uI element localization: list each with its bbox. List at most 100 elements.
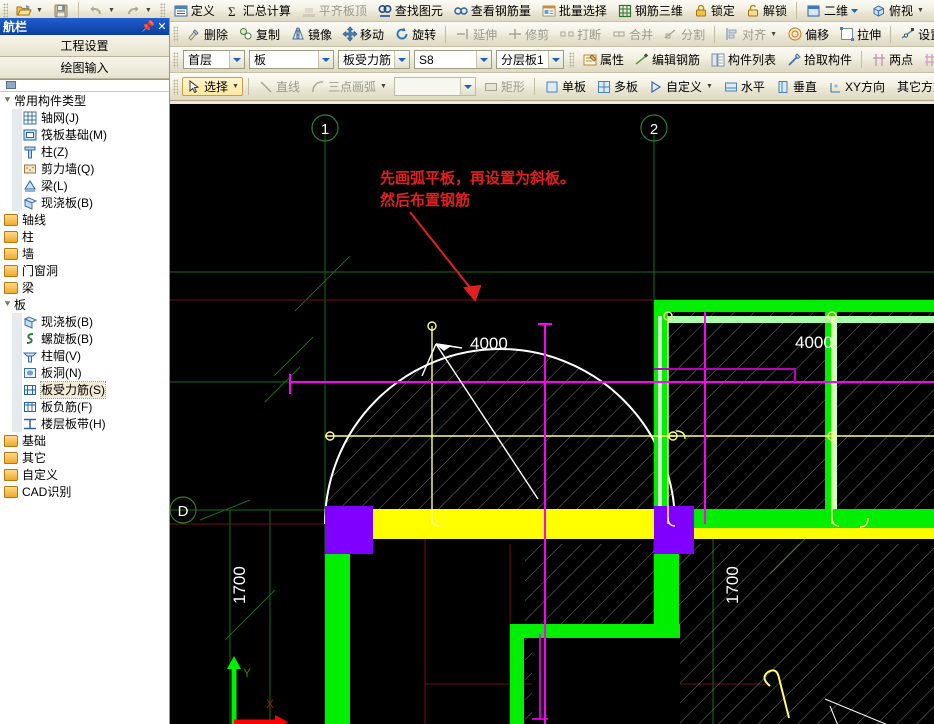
three-point-arc-button[interactable]: 三点画弧 ▼ (306, 77, 391, 96)
tree-item-8[interactable]: 柱 (0, 228, 169, 245)
chevron-down-icon[interactable] (548, 51, 563, 68)
toolbar-grip[interactable] (159, 2, 165, 19)
draw-mode-select[interactable] (393, 77, 476, 96)
toolbar-button-stretch[interactable]: 拉伸 (835, 25, 885, 44)
xy-direction-button[interactable]: XY方向 (823, 77, 889, 96)
single-slab-button[interactable]: 单板 (540, 77, 590, 96)
expander-icon[interactable]: ⯆ (2, 95, 13, 106)
component-type-select[interactable]: 板 (249, 50, 334, 69)
rebar-type-select[interactable]: 板受力筋 (338, 50, 410, 69)
pin-icon[interactable]: 📌 (141, 20, 155, 33)
line-tool-button[interactable]: 直线 (254, 77, 304, 96)
toolbar-grip[interactable] (173, 51, 178, 68)
tree-item-20[interactable]: 基础 (0, 432, 169, 449)
project-settings-button[interactable]: 工程设置 (0, 35, 169, 57)
properties-button[interactable]: 属性 (578, 50, 628, 69)
toolbar-button-lock[interactable]: 锁定 (689, 1, 739, 20)
toolbar-button-find-element[interactable]: 查找图元 (373, 1, 447, 20)
toolbar-button-split[interactable]: 分割 (659, 25, 709, 44)
two-point-button[interactable]: 两点 (867, 50, 917, 69)
expander-icon[interactable]: ⯆ (2, 299, 13, 310)
floor-select[interactable]: 首层 (183, 50, 245, 69)
tree-item-2[interactable]: 筏板基础(M) (0, 126, 169, 143)
chevron-down-icon[interactable] (318, 51, 333, 68)
tree-item-15[interactable]: 柱帽(V) (0, 347, 169, 364)
toolbar-button-top-view[interactable]: 俯视 ▼ (867, 1, 928, 20)
chevron-down-icon[interactable] (848, 3, 861, 19)
toolbar-button-view-rebar-qty[interactable]: 查看钢筋量 (449, 1, 535, 20)
vertical-button[interactable]: 垂直 (771, 77, 821, 96)
tree-item-1[interactable]: 轴网(J) (0, 109, 169, 126)
toolbar-button-unlock[interactable]: 解锁 (741, 1, 791, 20)
tree-item-9[interactable]: 墙 (0, 245, 169, 262)
toolbar-grip[interactable] (3, 2, 8, 19)
tree-item-14[interactable]: 螺旋板(B) (0, 330, 169, 347)
toolbar-button-rebar-3d[interactable]: 钢筋三维 (613, 1, 687, 20)
chevron-down-icon[interactable]: ▼ (232, 83, 239, 90)
tree-item-19[interactable]: 楼层板带(H) (0, 415, 169, 432)
toolbar-button-mirror[interactable]: 镜像 (286, 25, 336, 44)
component-tree[interactable]: ⯆ 常用构件类型 轴网(J) 筏板基础(M) 柱(Z) 剪力墙(Q) 梁(L) 现浇板(B) 轴… (0, 79, 169, 724)
toolbar-button-settings[interactable]: 设置 (896, 25, 934, 44)
tree-item-0[interactable]: ⯆ 常用构件类型 (0, 92, 169, 109)
tree-item-7[interactable]: 轴线 (0, 211, 169, 228)
toolbar-button-break[interactable]: 打断 (555, 25, 605, 44)
pick-component-button[interactable]: 拾取构件 (782, 50, 856, 69)
chevron-down-icon[interactable] (229, 51, 244, 68)
rebar-spec-select[interactable]: S8 (414, 50, 492, 69)
tree-item-16[interactable]: 板洞(N) (0, 364, 169, 381)
tree-item-18[interactable]: 板负筋(F) (0, 398, 169, 415)
tree-item-11[interactable]: 梁 (0, 279, 169, 296)
toolbar-grip[interactable] (569, 51, 574, 68)
toolbar-button-offset[interactable]: 偏移 (783, 25, 833, 44)
toolbar-button-merge[interactable]: 合并 (607, 25, 657, 44)
chevron-down-icon[interactable] (476, 51, 491, 68)
tree-item-17[interactable]: 板受力筋(S) (0, 380, 169, 399)
toolbar-button-copy[interactable]: 复制 (234, 25, 284, 44)
toolbar-button-align[interactable]: 对齐 ▼ (720, 25, 781, 44)
layer-select[interactable]: 分层板1 (496, 50, 564, 69)
tree-item-4[interactable]: 剪力墙(Q) (0, 160, 169, 177)
tree-item-23[interactable]: CAD识别 (0, 483, 169, 500)
tree-item-6[interactable]: 现浇板(B) (0, 194, 169, 211)
tree-item-22[interactable]: 自定义 (0, 466, 169, 483)
tree-item-13[interactable]: 现浇板(B) (0, 313, 169, 330)
toolbar-button-align-slab-top[interactable]: 平齐板顶 (297, 1, 371, 20)
chevron-down-icon[interactable]: ▼ (36, 7, 43, 14)
close-icon[interactable]: ✕ (155, 20, 169, 33)
chevron-down-icon[interactable]: ▼ (145, 7, 152, 14)
tree-item-5[interactable]: 梁(L) (0, 177, 169, 194)
chevron-down-icon[interactable] (394, 51, 409, 68)
toolbar-button-batch-select[interactable]: 批量选择 (537, 1, 611, 20)
toolbar-button-rotate[interactable]: 旋转 (390, 25, 440, 44)
custom-shape-button[interactable]: 自定义 ▼ (644, 77, 717, 96)
toolbar-grip[interactable] (173, 26, 178, 42)
toolbar-button-define[interactable]: 定义 (169, 1, 219, 20)
chevron-down-icon[interactable]: ▼ (108, 7, 115, 14)
rectangle-tool-button[interactable]: 矩形 (479, 77, 529, 96)
other-method-button[interactable]: 其它方式 ▼ (891, 77, 934, 96)
tree-item-10[interactable]: 门窗洞 (0, 262, 169, 279)
toolbar-grip[interactable] (173, 78, 178, 95)
cad-drawing-canvas[interactable]: 1 2 D 4000 4000 1700 1700 Y X 先画弧平板，再设置为… (170, 104, 934, 724)
chevron-down-icon[interactable]: ▼ (770, 31, 777, 38)
chevron-down-icon[interactable] (459, 78, 475, 95)
multi-slab-button[interactable]: 多板 (592, 77, 642, 96)
toolbar-button-two-d[interactable]: 二维 (802, 1, 865, 20)
chevron-down-icon[interactable]: ▼ (380, 83, 387, 90)
toolbar-button-extend[interactable]: 延伸 (451, 25, 501, 44)
toolbar-button-summary-calc[interactable]: Σ 汇总计算 (221, 1, 295, 20)
parallel-button[interactable]: 平行 (919, 50, 934, 69)
chevron-down-icon[interactable]: ▼ (917, 7, 924, 14)
tree-item-3[interactable]: 柱(Z) (0, 143, 169, 160)
select-tool-button[interactable]: 选择 ▼ (182, 77, 243, 96)
toolbar-button-trim[interactable]: 修剪 (503, 25, 553, 44)
component-list-button[interactable]: 构件列表 (706, 50, 780, 69)
toolbar-button-move[interactable]: 移动 (338, 25, 388, 44)
toolbar-button-dynamic[interactable]: 动态 (930, 1, 934, 20)
toolbar-button-delete[interactable]: 删除 (182, 25, 232, 44)
tree-item-21[interactable]: 其它 (0, 449, 169, 466)
edit-rebar-button[interactable]: 编辑钢筋 (630, 50, 704, 69)
horizontal-button[interactable]: 水平 (719, 77, 769, 96)
drawing-input-button[interactable]: 绘图输入 (0, 57, 169, 79)
